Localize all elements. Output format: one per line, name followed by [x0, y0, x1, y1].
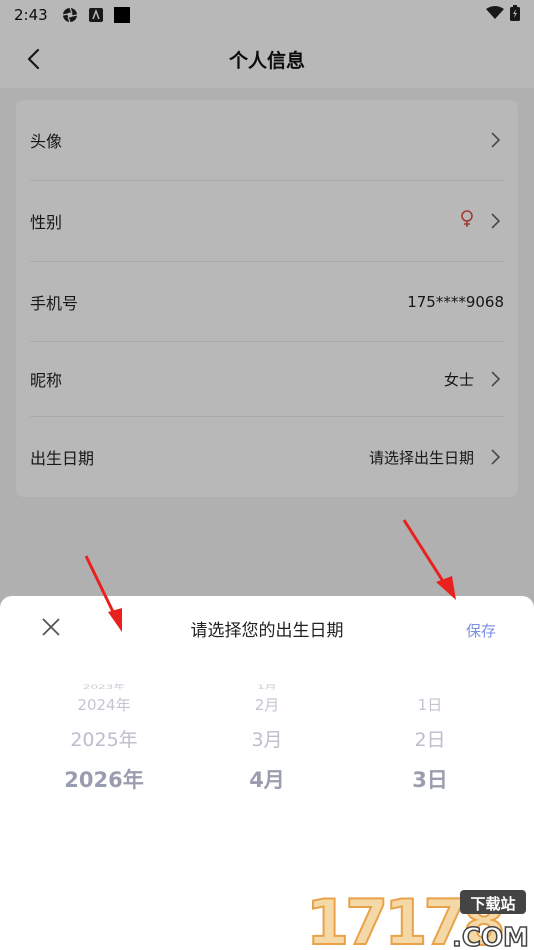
day-option[interactable]: 1日 [341, 694, 519, 715]
day-wheel[interactable]: 1日 2日 3日 [341, 680, 519, 800]
month-option[interactable]: 3月 [178, 725, 356, 752]
save-button[interactable]: 保存 [466, 620, 496, 641]
day-option[interactable]: 2日 [341, 725, 519, 752]
annotation-arrow-icon [84, 555, 122, 632]
year-option-selected[interactable]: 2026年 [15, 764, 193, 794]
year-option[interactable]: 2023年 [15, 682, 193, 691]
annotation-arrow-icon [402, 519, 456, 600]
day-option-selected[interactable]: 3日 [341, 764, 519, 794]
svg-text:下载站: 下载站 [470, 895, 515, 913]
month-option[interactable]: 1月 [178, 682, 356, 691]
month-option[interactable]: 2月 [178, 694, 356, 715]
year-option[interactable]: 2024年 [15, 694, 193, 715]
year-wheel[interactable]: 2023年 2024年 2025年 2026年 [15, 680, 193, 800]
site-watermark-logo: 17178 下载站 .COM [305, 886, 530, 950]
month-option-selected[interactable]: 4月 [178, 764, 356, 794]
year-option[interactable]: 2025年 [15, 725, 193, 752]
svg-text:.COM: .COM [452, 923, 529, 950]
month-wheel[interactable]: 1月 2月 3月 4月 [178, 680, 356, 800]
